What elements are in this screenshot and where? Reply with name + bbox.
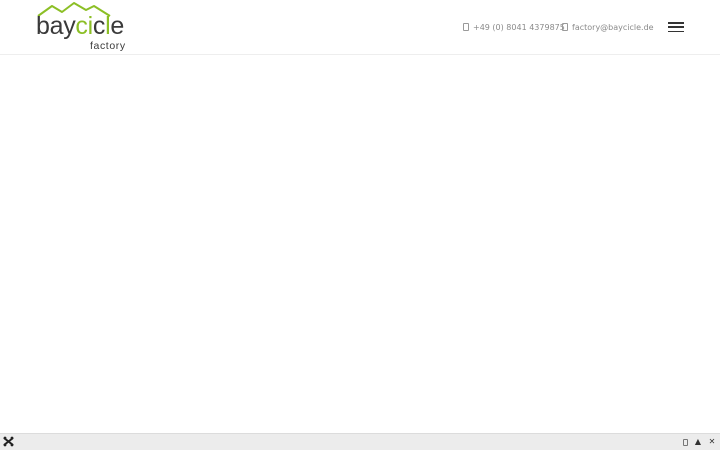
chevron-up-icon[interactable]: ▲ (694, 437, 702, 447)
logo-wordmark: baycicle (36, 12, 124, 40)
logo-tagline: factory (90, 40, 126, 52)
phone-icon (463, 23, 469, 31)
site-header: baycicle factory +49 (0) 8041 4379875 fa… (0, 0, 720, 55)
phone-link[interactable]: +49 (0) 8041 4379875 (463, 22, 565, 34)
email-link[interactable]: factory@baycicle.de (562, 22, 654, 34)
envelope-icon (562, 23, 568, 31)
joomla-icon[interactable] (3, 436, 14, 447)
hamburger-menu-icon[interactable] (668, 22, 684, 34)
phone-number: +49 (0) 8041 4379875 (473, 23, 565, 32)
email-address: factory@baycicle.de (572, 23, 654, 32)
close-icon[interactable]: ✕ (708, 437, 716, 447)
bottom-toolbar: ▲ ✕ (0, 433, 720, 450)
box-icon[interactable] (683, 438, 688, 446)
baycicle-logo[interactable]: baycicle factory (36, 2, 132, 54)
